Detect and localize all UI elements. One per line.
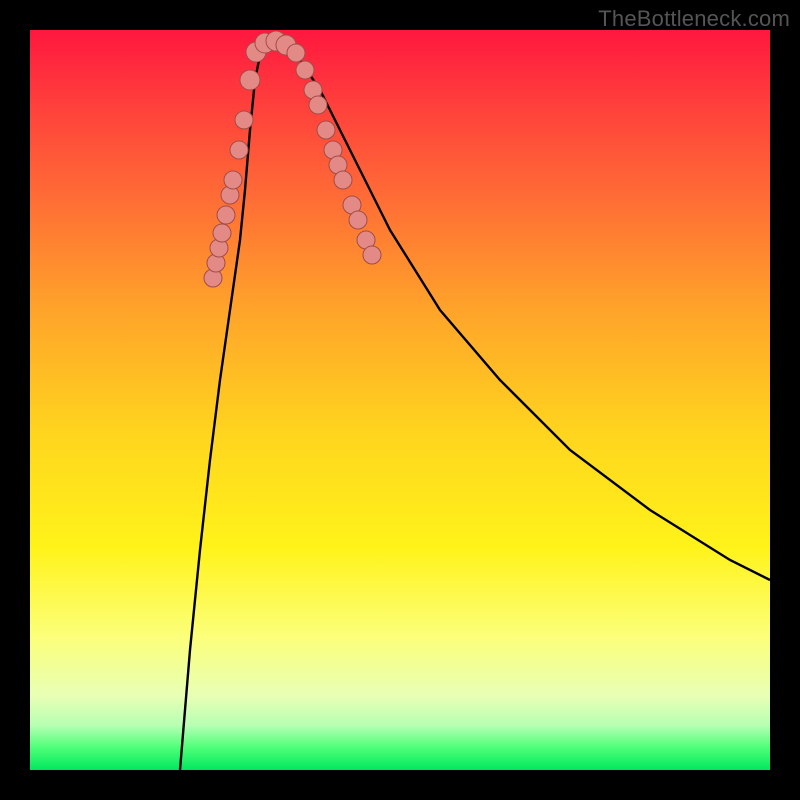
curve-marker [287,44,305,62]
chart-svg [30,30,770,770]
curve-marker [213,224,231,242]
watermark-text: TheBottleneck.com [598,6,790,32]
curve-marker [317,121,335,139]
curve-marker [309,96,327,114]
curve-marker [334,171,352,189]
curve-marker [217,206,235,224]
curve-marker [240,70,260,90]
curve-marker [230,141,248,159]
plot-area [30,30,770,770]
curve-marker [224,171,242,189]
curve-marker [296,61,314,79]
curve-marker [363,246,381,264]
curve-marker [235,111,253,129]
chart-frame: TheBottleneck.com [0,0,800,800]
curve-marker [349,211,367,229]
bottleneck-curve [180,42,770,770]
